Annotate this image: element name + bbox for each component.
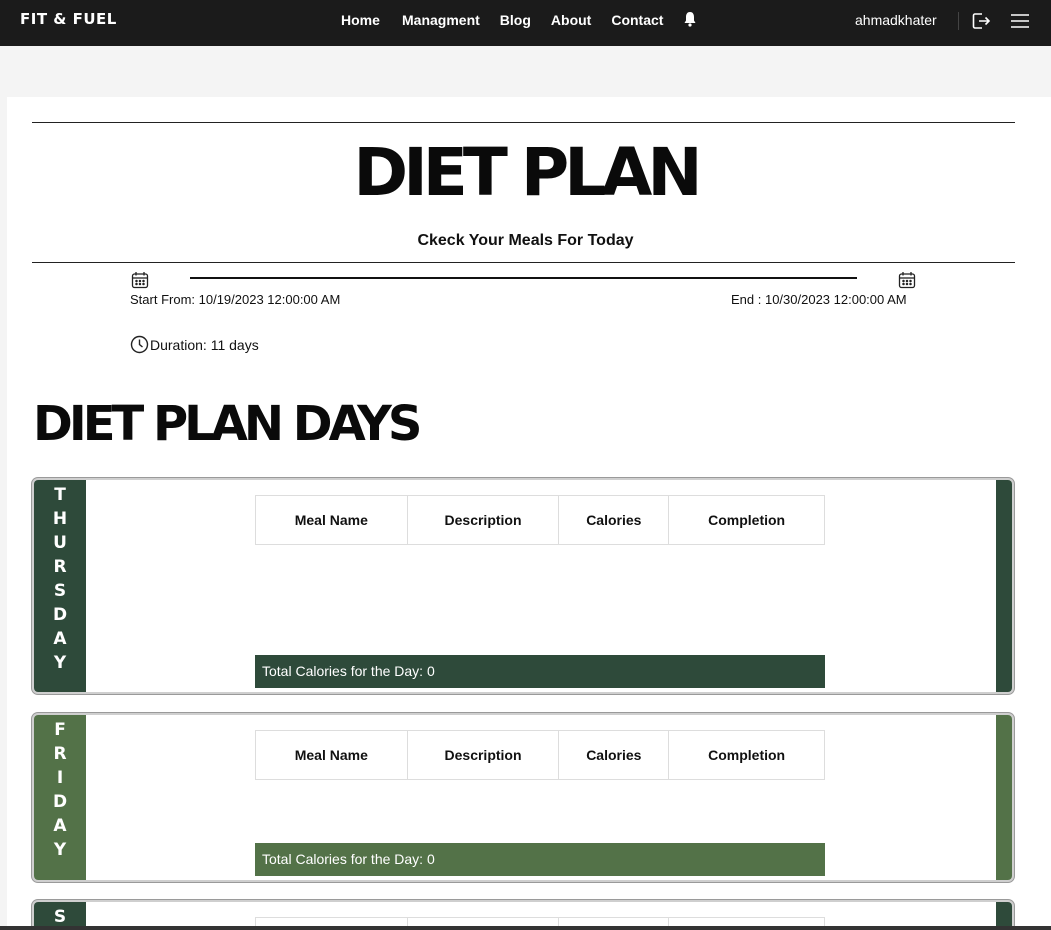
day-accent-bar [996, 715, 1012, 880]
start-date: Start From: 10/19/2023 12:00:00 AM [130, 292, 341, 307]
header-divider [32, 262, 1015, 263]
col-description: Description [406, 730, 560, 780]
top-divider [32, 122, 1015, 123]
col-completion: Completion [668, 495, 825, 545]
nav-link-about[interactable]: About [551, 12, 591, 28]
clock-icon [130, 335, 149, 354]
table-header-row: Meal Name Description Calories Completio… [255, 730, 825, 780]
nav-links: Home Managment Blog About Contact [341, 12, 697, 28]
day-label-thursday: THURSDAY [34, 480, 86, 692]
meal-table: Meal Name Description Calories Completio… [255, 495, 825, 545]
calendar-icon [131, 272, 149, 289]
day-label-friday: FRIDAY [34, 715, 86, 880]
col-meal-name: Meal Name [255, 730, 408, 780]
days-section-title: DIET PLAN DAYS [33, 396, 422, 452]
total-calories-bar: Total Calories for the Day: 0 [255, 655, 825, 688]
username[interactable]: ahmadkhater [855, 12, 937, 28]
window-bottom-edge [0, 926, 1051, 930]
day-accent-bar [996, 480, 1012, 692]
nav-link-managment[interactable]: Managment [402, 12, 480, 28]
end-date: End : 10/30/2023 12:00:00 AM [731, 292, 907, 307]
col-calories: Calories [558, 495, 670, 545]
menu-icon[interactable] [1011, 13, 1029, 29]
calendar-icon [898, 272, 916, 289]
logout-icon[interactable] [971, 11, 991, 31]
day-card-friday: FRIDAY Meal Name Description Calories Co… [32, 713, 1014, 882]
table-header-row: Meal Name Description Calories Completio… [255, 495, 825, 545]
col-meal-name: Meal Name [255, 495, 408, 545]
day-card-thursday: THURSDAY Meal Name Description Calories … [32, 478, 1014, 694]
col-description: Description [406, 495, 560, 545]
navbar: FIT & FUEL Home Managment Blog About Con… [0, 0, 1051, 46]
page-title: DIET PLAN [353, 134, 702, 211]
plan-timeline [190, 277, 857, 279]
col-completion: Completion [668, 730, 825, 780]
nav-link-home[interactable]: Home [341, 12, 382, 28]
nav-link-contact[interactable]: Contact [611, 12, 663, 28]
total-calories-bar: Total Calories for the Day: 0 [255, 843, 825, 876]
nav-divider [958, 12, 959, 30]
nav-link-blog[interactable]: Blog [500, 12, 531, 28]
meal-table: Meal Name Description Calories Completio… [255, 730, 825, 780]
page-subtitle: Ckeck Your Meals For Today [417, 232, 634, 249]
duration: Duration: 11 days [130, 335, 259, 354]
col-calories: Calories [558, 730, 670, 780]
brand-logo[interactable]: FIT & FUEL [20, 10, 117, 28]
duration-text: Duration: 11 days [150, 336, 259, 353]
bell-icon[interactable] [683, 11, 697, 27]
